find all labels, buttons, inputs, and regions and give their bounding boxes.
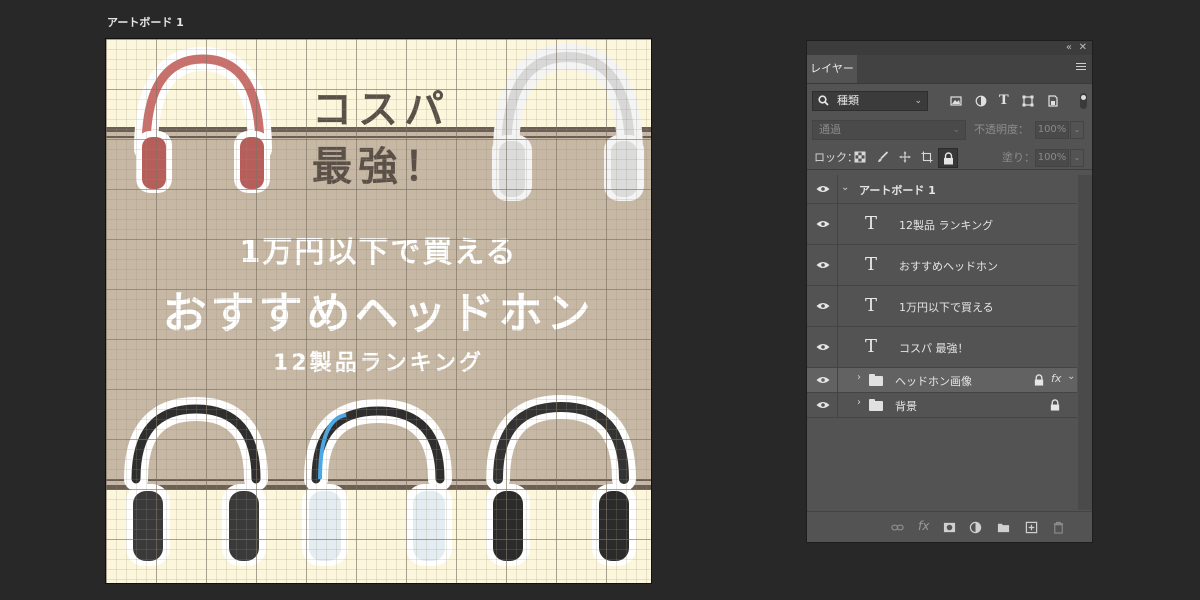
- eye-icon: [816, 344, 830, 350]
- panel-tab-row: レイヤー: [807, 55, 1092, 84]
- text-cospa[interactable]: コスパ: [296, 77, 466, 135]
- layer-name: 1万円以下で買える: [899, 301, 994, 314]
- blend-mode-label: 通過: [819, 123, 841, 136]
- layer-name: 背景: [895, 400, 917, 413]
- image-filter-icon[interactable]: [950, 95, 962, 107]
- link-layers-icon[interactable]: [891, 521, 904, 534]
- visibility-toggle[interactable]: [807, 175, 838, 203]
- lock-icon: [1050, 399, 1060, 411]
- smart-object-filter-icon[interactable]: [1047, 95, 1059, 107]
- text-layer-icon: T: [865, 336, 878, 357]
- eye-icon: [816, 186, 830, 192]
- filter-kind-label: 種類: [837, 94, 859, 107]
- eye-icon: [816, 377, 830, 383]
- lock-all-button[interactable]: [938, 148, 958, 168]
- fill-label: 塗り：: [1002, 151, 1035, 164]
- collapse-icon[interactable]: «: [1066, 41, 1072, 55]
- chevron-down-icon: ⌄: [952, 125, 960, 135]
- visibility-toggle[interactable]: [807, 204, 838, 244]
- delete-layer-icon[interactable]: [1052, 521, 1065, 534]
- filter-toggle-switch[interactable]: [1080, 93, 1087, 109]
- layers-panel: « ✕ レイヤー 種類 ⌄ T 通過 ⌄ 不透明度： 100% ⌄ ロック： 塗…: [806, 40, 1093, 543]
- fill-slider-toggle[interactable]: ⌄: [1070, 149, 1084, 167]
- layer-row-group-selected[interactable]: › ヘッドホン画像 fx ⌄: [807, 368, 1077, 393]
- layer-name: 12製品 ランキング: [899, 219, 994, 232]
- text-under-10000-yen[interactable]: 1万円以下で買える: [106, 227, 651, 271]
- bottom-stripe-1: [106, 479, 651, 481]
- lock-row: ロック： 塗り： 100% ⌄: [807, 147, 1092, 170]
- close-icon[interactable]: ✕: [1079, 41, 1087, 55]
- fx-icon[interactable]: fx: [1051, 372, 1061, 385]
- panel-menu-icon[interactable]: [1076, 63, 1086, 73]
- shape-filter-icon[interactable]: [1022, 95, 1034, 107]
- text-recommended-headphones[interactable]: おすすめヘッドホン: [106, 277, 651, 341]
- text-12-product-ranking[interactable]: 12製品ランキング: [106, 345, 651, 377]
- text-saikyo[interactable]: 最強！: [296, 134, 466, 192]
- new-layer-icon[interactable]: [1025, 521, 1038, 534]
- artboard-label[interactable]: アートボード 1: [107, 14, 184, 30]
- blend-row: 通過 ⌄ 不透明度： 100% ⌄: [807, 119, 1092, 141]
- chevron-right-icon[interactable]: ›: [857, 397, 861, 408]
- visibility-toggle[interactable]: [807, 286, 838, 326]
- layer-row-text[interactable]: T 12製品 ランキング: [807, 204, 1077, 245]
- chevron-down-icon[interactable]: ⌄: [1067, 371, 1075, 382]
- layer-row-text[interactable]: T おすすめヘッドホン: [807, 245, 1077, 286]
- text-layer-icon: T: [865, 254, 878, 275]
- eye-icon: [816, 221, 830, 227]
- artboard-canvas[interactable]: コスパ 最強！ 1万円以下で買える おすすめヘッドホン 12製品ランキング: [106, 39, 651, 583]
- text-filter-icon[interactable]: T: [999, 93, 1011, 108]
- opacity-input[interactable]: 100%: [1035, 121, 1069, 139]
- layer-filter-row: 種類 ⌄ T: [807, 89, 1092, 113]
- visibility-toggle[interactable]: [807, 327, 838, 367]
- layer-row-group[interactable]: › 背景: [807, 393, 1077, 418]
- lock-pixels-icon[interactable]: [877, 151, 889, 163]
- add-style-icon[interactable]: fx: [918, 519, 931, 533]
- panel-bottom-bar: fx: [807, 511, 1092, 542]
- lock-all-icon: [944, 152, 953, 165]
- lock-artboard-icon[interactable]: [921, 151, 933, 163]
- lock-position-icon[interactable]: [899, 151, 911, 163]
- layer-name: アートボード 1: [859, 184, 936, 197]
- new-group-icon[interactable]: [997, 521, 1010, 534]
- tab-layers[interactable]: レイヤー: [807, 55, 857, 83]
- layer-row-artboard[interactable]: ⌄ アートボード 1: [807, 175, 1077, 204]
- layer-name: おすすめヘッドホン: [899, 260, 998, 273]
- layer-row-text[interactable]: T コスパ 最強！: [807, 327, 1077, 368]
- eye-icon: [816, 262, 830, 268]
- visibility-toggle[interactable]: [807, 245, 838, 285]
- blend-mode-select[interactable]: 通過 ⌄: [812, 120, 966, 140]
- opacity-slider-toggle[interactable]: ⌄: [1070, 121, 1084, 139]
- chevron-down-icon[interactable]: ⌄: [841, 182, 849, 193]
- lock-transparent-icon[interactable]: [854, 151, 866, 163]
- bottom-stripe-2: [106, 485, 651, 490]
- adjustment-filter-icon[interactable]: [975, 95, 987, 107]
- layer-name: ヘッドホン画像: [895, 375, 972, 388]
- chevron-down-icon: ⌄: [914, 96, 922, 106]
- lock-label: ロック：: [814, 151, 858, 164]
- eye-icon: [816, 303, 830, 309]
- folder-icon: [869, 374, 883, 386]
- lock-icon: [1034, 374, 1044, 386]
- text-layer-icon: T: [865, 213, 878, 234]
- visibility-toggle[interactable]: [807, 393, 838, 417]
- eye-icon: [816, 402, 830, 408]
- search-icon: [818, 95, 829, 106]
- layers-scrollbar[interactable]: [1078, 175, 1092, 510]
- layers-list: ⌄ アートボード 1 T 12製品 ランキング T おすすめヘッドホン T 1万…: [807, 175, 1077, 418]
- panel-title-bar[interactable]: « ✕: [807, 41, 1092, 55]
- fill-input[interactable]: 100%: [1035, 149, 1069, 167]
- filter-kind-select[interactable]: 種類 ⌄: [812, 91, 928, 111]
- visibility-toggle[interactable]: [807, 368, 838, 392]
- layer-row-text[interactable]: T 1万円以下で買える: [807, 286, 1077, 327]
- chevron-right-icon[interactable]: ›: [857, 372, 861, 383]
- opacity-label: 不透明度：: [974, 123, 1029, 136]
- new-adjustment-icon[interactable]: [969, 521, 982, 534]
- layer-name: コスパ 最強！: [899, 342, 969, 355]
- text-layer-icon: T: [865, 295, 878, 316]
- add-mask-icon[interactable]: [943, 521, 956, 534]
- folder-icon: [869, 399, 883, 411]
